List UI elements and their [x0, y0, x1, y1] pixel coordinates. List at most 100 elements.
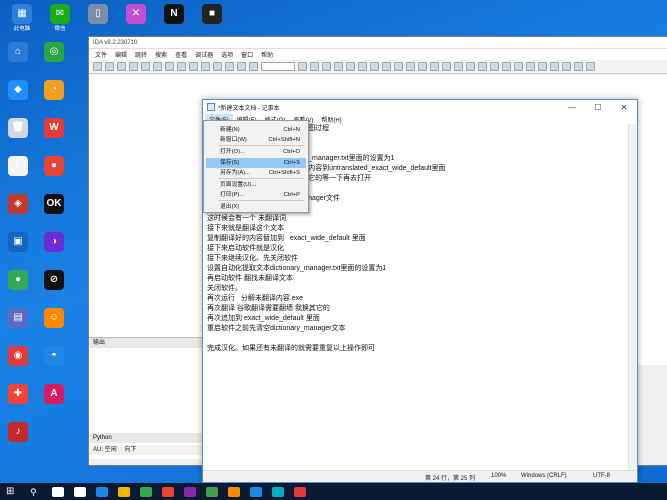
- toolbar-button[interactable]: [201, 62, 210, 71]
- desktop-icon[interactable]: W: [36, 118, 72, 140]
- toolbar-button[interactable]: [586, 62, 595, 71]
- toolbar-button[interactable]: [538, 62, 547, 71]
- toolbar-button[interactable]: [502, 62, 511, 71]
- taskbar-app-icon[interactable]: [118, 486, 130, 497]
- toolbar-button[interactable]: [514, 62, 523, 71]
- desktop-icon[interactable]: ●: [36, 156, 72, 178]
- toolbar-button[interactable]: [358, 62, 367, 71]
- desktop-icon[interactable]: ◔: [36, 80, 72, 102]
- toolbar-button[interactable]: [346, 62, 355, 71]
- close-button[interactable]: ✕: [611, 103, 637, 112]
- desktop-icon[interactable]: ◓: [36, 346, 72, 368]
- python-tab[interactable]: Python: [89, 433, 203, 443]
- desktop-icon[interactable]: ♪: [0, 422, 36, 444]
- taskbar-app-icon[interactable]: [228, 486, 240, 497]
- toolbar-button[interactable]: [189, 62, 198, 71]
- file-menu-item[interactable]: 页面设置(U)...: [206, 180, 306, 190]
- desktop-icon[interactable]: ■: [194, 4, 230, 26]
- ida-menu-item[interactable]: 选项: [221, 50, 233, 59]
- start-button[interactable]: ⊞: [6, 485, 20, 499]
- toolbar-button[interactable]: [310, 62, 319, 71]
- file-menu-item[interactable]: 另存为(A)... Ctrl+Shift+S: [206, 168, 306, 178]
- maximize-button[interactable]: ☐: [585, 103, 611, 112]
- menu-help[interactable]: 帮助(H): [317, 114, 345, 124]
- taskbar-app-icon[interactable]: [162, 486, 174, 497]
- toolbar-button[interactable]: [177, 62, 186, 71]
- ida-menu-item[interactable]: 搜索: [155, 50, 167, 59]
- toolbar-button[interactable]: [562, 62, 571, 71]
- taskbar-app-icon[interactable]: [250, 486, 262, 497]
- desktop-icon[interactable]: ✉ 微信: [42, 4, 78, 32]
- desktop-icon[interactable]: ⌂: [0, 42, 36, 64]
- desktop-icon[interactable]: ✚: [0, 384, 36, 406]
- toolbar-button[interactable]: [153, 62, 162, 71]
- desktop-icon[interactable]: N: [156, 4, 192, 26]
- toolbar-button[interactable]: [442, 62, 451, 71]
- toolbar-button[interactable]: [478, 62, 487, 71]
- ida-menu-item[interactable]: 文件: [95, 50, 107, 59]
- debugger-select[interactable]: [261, 62, 295, 71]
- toolbar-button[interactable]: [93, 62, 102, 71]
- search-icon[interactable]: ⚲: [30, 486, 42, 498]
- taskbar-app-icon[interactable]: [294, 486, 306, 497]
- taskbar-app-icon[interactable]: [52, 486, 64, 497]
- desktop-icon[interactable]: ◆: [0, 80, 36, 102]
- file-menu-item[interactable]: 新窗口(W) Ctrl+Shift+N: [206, 135, 306, 145]
- taskbar-app-icon[interactable]: [272, 486, 284, 497]
- toolbar-button[interactable]: [418, 62, 427, 71]
- toolbar-button[interactable]: [141, 62, 150, 71]
- toolbar-button[interactable]: [466, 62, 475, 71]
- file-menu-item[interactable]: 保存(S) Ctrl+S: [206, 158, 306, 168]
- toolbar-button[interactable]: [382, 62, 391, 71]
- file-menu-item[interactable]: 新建(N) Ctrl+N: [206, 125, 306, 135]
- desktop-icon[interactable]: ▦ 此电脑: [4, 4, 40, 32]
- toolbar-button[interactable]: [225, 62, 234, 71]
- desktop-icon[interactable]: ✕: [118, 4, 154, 26]
- toolbar-button[interactable]: [406, 62, 415, 71]
- toolbar-button[interactable]: [237, 62, 246, 71]
- desktop-icon[interactable]: ▯: [80, 4, 116, 26]
- taskbar-app-icon[interactable]: [184, 486, 196, 497]
- toolbar-button[interactable]: [105, 62, 114, 71]
- toolbar-button[interactable]: [117, 62, 126, 71]
- toolbar-button[interactable]: [430, 62, 439, 71]
- toolbar-button[interactable]: [213, 62, 222, 71]
- file-menu-item[interactable]: 打印(P)... Ctrl+P: [206, 190, 306, 200]
- desktop-icon[interactable]: 🗑: [0, 118, 36, 140]
- toolbar-button[interactable]: [490, 62, 499, 71]
- desktop-icon[interactable]: ▤: [0, 308, 36, 330]
- desktop-icon[interactable]: ◎: [36, 42, 72, 64]
- toolbar-button[interactable]: [334, 62, 343, 71]
- toolbar-button[interactable]: [526, 62, 535, 71]
- desktop-icon[interactable]: ◐: [0, 156, 36, 178]
- toolbar-button[interactable]: [165, 62, 174, 71]
- desktop-icon[interactable]: ◈: [0, 194, 36, 216]
- toolbar-button[interactable]: [550, 62, 559, 71]
- desktop-icon[interactable]: ●: [0, 270, 36, 292]
- ida-menu-item[interactable]: 编辑: [115, 50, 127, 59]
- desktop-icon[interactable]: ⊘: [36, 270, 72, 292]
- toolbar-button[interactable]: [249, 62, 258, 71]
- minimize-button[interactable]: —: [559, 103, 585, 112]
- toolbar-button[interactable]: [454, 62, 463, 71]
- ida-menu-item[interactable]: 帮助: [261, 50, 273, 59]
- toolbar-button[interactable]: [574, 62, 583, 71]
- file-menu-item[interactable]: 退出(X): [206, 202, 306, 212]
- ida-menu-item[interactable]: 窗口: [241, 50, 253, 59]
- desktop-icon[interactable]: ☺: [36, 308, 72, 330]
- desktop-icon[interactable]: ▣: [0, 232, 36, 254]
- taskbar-app-icon[interactable]: [140, 486, 152, 497]
- vertical-scrollbar[interactable]: [628, 124, 637, 470]
- desktop-icon[interactable]: OK: [36, 194, 72, 216]
- ida-menu-item[interactable]: 查看: [175, 50, 187, 59]
- desktop-icon[interactable]: ◉: [0, 346, 36, 368]
- taskbar-app-icon[interactable]: [96, 486, 108, 497]
- toolbar-button[interactable]: [394, 62, 403, 71]
- file-menu-item[interactable]: 打开(O)... Ctrl+O: [206, 147, 306, 157]
- taskbar-app-icon[interactable]: [74, 486, 86, 497]
- ida-menu-item[interactable]: 调试器: [195, 50, 213, 59]
- toolbar-button[interactable]: [322, 62, 331, 71]
- toolbar-button[interactable]: [298, 62, 307, 71]
- desktop-icon[interactable]: A: [36, 384, 72, 406]
- toolbar-button[interactable]: [129, 62, 138, 71]
